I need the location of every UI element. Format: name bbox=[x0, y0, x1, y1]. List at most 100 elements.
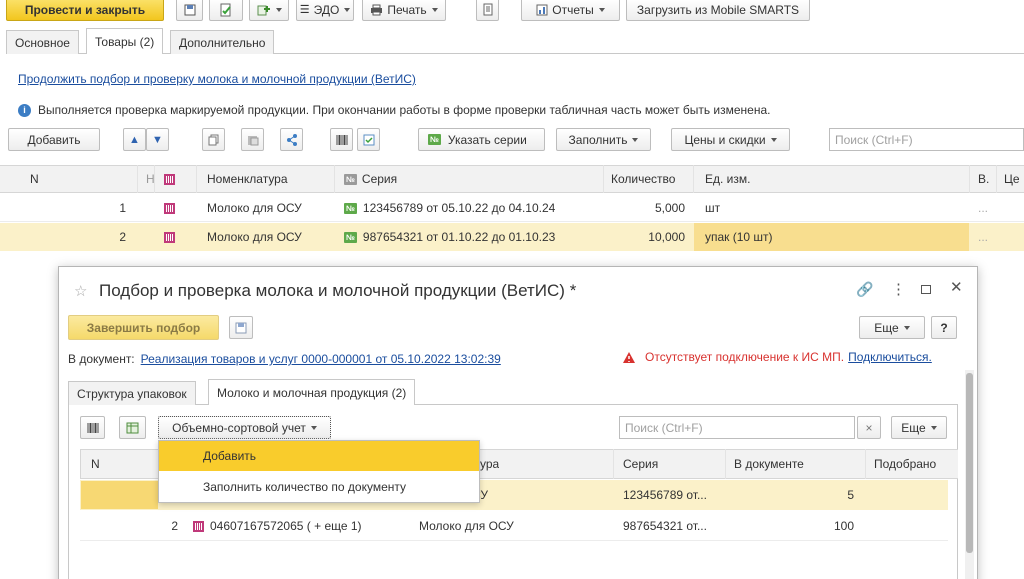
col-v-header[interactable]: В. bbox=[978, 165, 989, 193]
maximize-icon[interactable] bbox=[921, 285, 931, 294]
paste-button[interactable] bbox=[241, 128, 264, 151]
dialog-table-button[interactable] bbox=[119, 416, 146, 439]
post-button[interactable] bbox=[209, 0, 243, 21]
barcode-icon bbox=[336, 134, 347, 145]
close-icon[interactable]: ✕ bbox=[950, 278, 963, 296]
goods-search-input[interactable]: Поиск (Ctrl+F) bbox=[829, 128, 1024, 151]
selected-cell-highlight bbox=[81, 481, 158, 509]
info-icon: i bbox=[18, 103, 31, 117]
continue-pick-link[interactable]: Продолжить подбор и проверку молока и мо… bbox=[18, 72, 416, 86]
row-in-document: 100 bbox=[833, 519, 854, 533]
dialog-title: Подбор и проверка молока и молочной прод… bbox=[99, 281, 577, 300]
favorite-star-icon[interactable]: ☆ bbox=[74, 282, 87, 300]
row-code: 04607167572065 ( + еще 1) bbox=[193, 511, 362, 541]
series-number-icon: № bbox=[428, 134, 441, 145]
save-icon bbox=[184, 4, 195, 15]
document-journal-button[interactable] bbox=[476, 0, 499, 21]
warning-icon bbox=[623, 351, 635, 363]
help-button[interactable]: ? bbox=[931, 316, 957, 339]
row-nomenclature: Молоко для ОСУ bbox=[207, 230, 302, 244]
marking-icon bbox=[164, 202, 175, 214]
link-icon[interactable]: 🔗 bbox=[856, 281, 873, 298]
document-link[interactable]: Реализация товаров и услуг 0000-000001 о… bbox=[141, 352, 501, 366]
col-nomenclature-header[interactable]: Номенклатура bbox=[207, 165, 288, 193]
row-number: 2 bbox=[119, 230, 126, 244]
row-nomenclature: Молоко для ОСУ bbox=[207, 201, 302, 215]
paste-icon bbox=[247, 135, 258, 145]
row-in-document: 5 bbox=[847, 488, 854, 502]
copy-icon bbox=[208, 134, 218, 145]
fill-button[interactable]: Заполнить bbox=[556, 128, 651, 151]
dialog-save-button[interactable] bbox=[229, 316, 253, 339]
edo-icon: ☰ bbox=[299, 4, 310, 16]
prices-discounts-button[interactable]: Цены и скидки bbox=[671, 128, 790, 151]
reports-button[interactable]: Отчеты bbox=[521, 0, 620, 21]
dropdown-item-fill-quantity[interactable]: Заполнить количество по документу bbox=[159, 472, 479, 502]
edo-button[interactable]: ☰ ЭДО bbox=[296, 0, 354, 21]
col-series-header[interactable]: № Серия bbox=[344, 165, 397, 193]
share-button[interactable] bbox=[280, 128, 303, 151]
col-quantity-header[interactable]: Количество bbox=[611, 165, 675, 193]
create-based-on-button[interactable] bbox=[249, 0, 289, 21]
row-series: № 123456789 от 05.10.22 до 04.10.24 bbox=[344, 201, 556, 215]
row-unit: шт bbox=[705, 201, 721, 215]
connection-warning: Отсутствует подключение к ИС МП. Подключ… bbox=[622, 350, 932, 364]
journal-icon bbox=[483, 3, 492, 16]
post-document-icon bbox=[220, 3, 231, 16]
tab-main[interactable]: Основное bbox=[6, 30, 79, 54]
dialog-barcode-button[interactable] bbox=[80, 416, 105, 439]
dialog-col-nomenclature-header[interactable]: ура bbox=[480, 449, 499, 479]
move-down-button[interactable]: ▼ bbox=[146, 128, 169, 151]
create-based-icon bbox=[257, 5, 270, 15]
post-and-close-button[interactable]: Провести и закрыть bbox=[6, 0, 164, 21]
row-series: 123456789 от... bbox=[623, 488, 707, 502]
printer-icon bbox=[371, 4, 383, 15]
arrow-up-icon: ▲ bbox=[129, 133, 140, 146]
col-mark-header[interactable] bbox=[164, 165, 175, 193]
table-check-icon bbox=[126, 422, 139, 433]
dialog-more-button-2[interactable]: Еще bbox=[891, 416, 947, 439]
load-mobile-smarts-button[interactable]: Загрузить из Mobile SMARTS bbox=[626, 0, 810, 21]
specify-series-button[interactable]: № Указать серии bbox=[418, 128, 545, 151]
dialog-more-button[interactable]: Еще bbox=[859, 316, 925, 339]
barcode-icon bbox=[87, 422, 98, 433]
tab-milk-products[interactable]: Молоко и молочная продукция (2) bbox=[208, 379, 416, 405]
volume-sort-accounting-button[interactable]: Объемно-сортовой учет bbox=[158, 416, 331, 439]
share-icon bbox=[286, 133, 297, 146]
dialog-search-input[interactable]: Поиск (Ctrl+F) bbox=[619, 416, 855, 439]
move-up-button[interactable]: ▲ bbox=[123, 128, 146, 151]
dialog-col-picked-header[interactable]: Подобрано bbox=[874, 449, 958, 479]
copy-button[interactable] bbox=[202, 128, 225, 151]
barcode-scan-button[interactable] bbox=[330, 128, 353, 151]
marking-icon bbox=[164, 231, 175, 243]
row-number: 1 bbox=[119, 201, 126, 215]
row-series: 987654321 от... bbox=[623, 519, 707, 533]
tab-goods[interactable]: Товары (2) bbox=[86, 28, 164, 54]
series-number-icon: № bbox=[344, 202, 357, 214]
arrow-down-icon: ▼ bbox=[152, 133, 163, 146]
search-clear-button[interactable]: × bbox=[857, 416, 881, 439]
col-price-header[interactable]: Це bbox=[1004, 165, 1020, 193]
dialog-col-series-header[interactable]: Серия bbox=[623, 449, 658, 479]
tab-package-structure[interactable]: Структура упаковок bbox=[68, 381, 196, 405]
series-number-icon: № bbox=[344, 231, 357, 243]
col-unit-header[interactable]: Ед. изм. bbox=[705, 165, 750, 193]
more-vertical-icon[interactable]: ⋮ bbox=[891, 280, 906, 298]
dialog-scrollbar-thumb[interactable] bbox=[966, 373, 973, 553]
report-icon bbox=[536, 4, 548, 15]
dropdown-item-add[interactable]: Добавить bbox=[159, 441, 479, 471]
print-button[interactable]: Печать bbox=[362, 0, 446, 21]
finish-picking-button[interactable]: Завершить подбор bbox=[68, 315, 219, 340]
col-n-header[interactable]: N bbox=[30, 165, 39, 193]
row-v: ... bbox=[978, 201, 989, 215]
add-button[interactable]: Добавить bbox=[8, 128, 100, 151]
check-list-button[interactable] bbox=[357, 128, 380, 151]
dialog-col-n-header[interactable]: N bbox=[91, 449, 100, 479]
marking-icon bbox=[193, 520, 204, 532]
row-quantity: 10,000 bbox=[648, 230, 685, 244]
dialog-col-in-doc-header[interactable]: В документе bbox=[734, 449, 804, 479]
tab-additional[interactable]: Дополнительно bbox=[170, 30, 275, 54]
connect-link[interactable]: Подключиться. bbox=[848, 350, 932, 364]
save-button[interactable] bbox=[176, 0, 203, 21]
row-nomenclature: Молоко для ОСУ bbox=[419, 519, 514, 533]
